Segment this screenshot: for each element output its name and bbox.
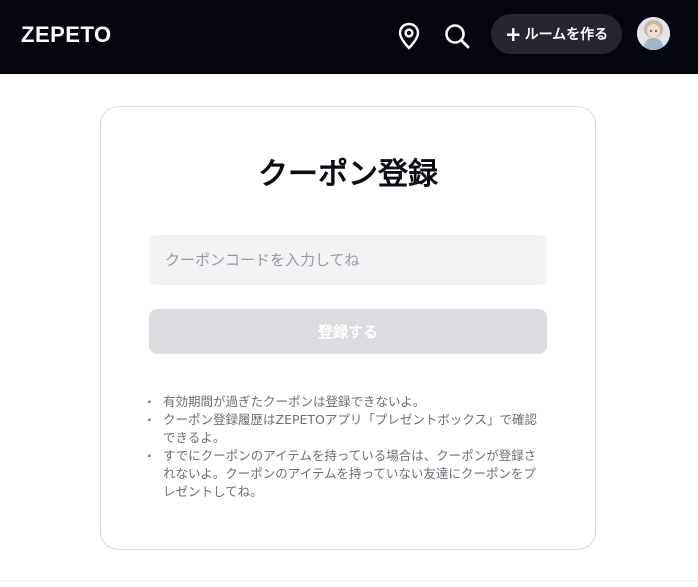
search-button[interactable] bbox=[440, 19, 474, 53]
map-pin-icon bbox=[398, 22, 420, 50]
note-item: 有効期間が過ぎたクーポンは登録できないよ。 bbox=[147, 393, 542, 411]
register-button[interactable]: 登録する bbox=[149, 309, 547, 354]
avatar-image bbox=[637, 17, 670, 50]
page-title: クーポン登録 bbox=[258, 157, 438, 192]
search-icon bbox=[445, 24, 470, 49]
create-room-label: ルームを作る bbox=[524, 27, 609, 43]
note-item: すでにクーポンのアイテムを持っている場合は、クーポンが登録されないよ。クーポンの… bbox=[147, 447, 542, 501]
note-item: クーポン登録履歴はZEPETOアプリ「プレゼントボックス」で確認できるよ。 bbox=[147, 411, 542, 447]
location-button[interactable] bbox=[392, 19, 426, 53]
zepeto-logo[interactable]: ZEPETO bbox=[21, 22, 112, 48]
coupon-code-input[interactable] bbox=[149, 235, 547, 285]
user-avatar[interactable] bbox=[637, 17, 670, 50]
plus-icon: + bbox=[504, 22, 522, 46]
coupon-notes-list: 有効期間が過ぎたクーポンは登録できないよ。 クーポン登録履歴はZEPETOアプリ… bbox=[147, 393, 542, 501]
top-navigation-bar: ZEPETO + ルームを作る bbox=[0, 0, 698, 74]
create-room-button[interactable]: + ルームを作る bbox=[491, 14, 622, 54]
footer-divider bbox=[0, 580, 698, 581]
coupon-card: クーポン登録 登録する 有効期間が過ぎたクーポンは登録できないよ。 クーポン登録… bbox=[100, 106, 596, 550]
